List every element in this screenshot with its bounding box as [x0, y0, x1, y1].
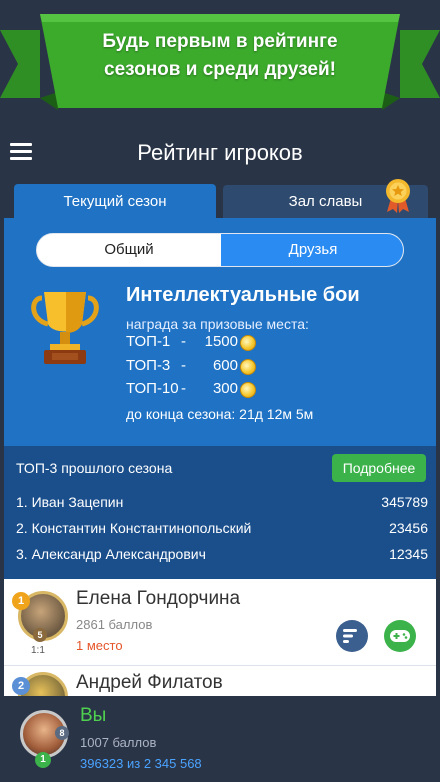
coin-icon [240, 382, 256, 398]
user-label: Вы [80, 705, 107, 726]
gamepad-icon [390, 630, 410, 642]
prize-row-top10: ТОП-10 - 300 [126, 380, 238, 400]
user-rank: 396323 из 2 345 568 [80, 756, 202, 771]
tab-current-season[interactable]: Текущий сезон [14, 184, 216, 220]
player-card[interactable]: 2 Андрей Филатов [4, 665, 436, 696]
banner-line-1: Будь первым в рейтинге [102, 31, 338, 52]
top3-player-name: 3. Александр Александрович [16, 546, 206, 562]
event-title: Интеллектуальные бои [126, 284, 360, 306]
top3-row: 1. Иван Зацепин 345789 [16, 494, 428, 514]
promo-banner: Будь первым в рейтинге сезонов и среди д… [0, 0, 440, 120]
prize-place: ТОП-1 [126, 333, 171, 350]
player-score: 2861 баллов [76, 617, 153, 632]
top3-player-score: 345789 [381, 494, 428, 510]
prize-place: ТОП-10 [126, 380, 179, 397]
ratio-text: 1:1 [31, 645, 45, 656]
player-name: Андрей Филатов [76, 672, 223, 693]
rank-badge: 1 [12, 592, 30, 610]
prize-caption: награда за призовые места: [126, 316, 309, 332]
details-button[interactable]: Подробнее [332, 454, 426, 482]
trophy-icon [31, 292, 99, 364]
coin-icon [240, 359, 256, 375]
prize-row-top1: ТОП-1 - 1500 [126, 333, 238, 353]
season-countdown: до конца сезона: 21д 12м 5м [126, 406, 314, 422]
top3-player-name: 2. Константин Константинопольский [16, 520, 252, 536]
top3-row: 3. Александр Александрович 12345 [16, 546, 428, 566]
top3-player-score: 23456 [389, 520, 428, 536]
prize-amount: 600 [212, 357, 238, 374]
top3-title: ТОП-3 прошлого сезона [16, 460, 173, 476]
prize-amount: 1500 [204, 333, 238, 350]
toggle-general[interactable]: Общий [37, 234, 221, 266]
prize-amount: 300 [212, 380, 238, 397]
banner-line-2: сезонов и среди друзей! [104, 59, 336, 80]
player-place: 1 место [76, 638, 123, 653]
rank-badge: 2 [12, 677, 30, 695]
top3-player-name: 1. Иван Зацепин [16, 494, 124, 510]
page-title: Рейтинг игроков [137, 140, 303, 165]
level-badge: 5 [33, 628, 47, 642]
prize-row-top3: ТОП-3 - 600 [126, 357, 238, 377]
medal-icon [386, 179, 410, 213]
stats-icon [343, 629, 357, 643]
toggle-friends[interactable]: Друзья [221, 234, 403, 266]
player-name: Елена Гондорчина [76, 588, 241, 609]
stats-button[interactable] [336, 620, 368, 652]
top3-row: 2. Константин Константинопольский 23456 [16, 520, 428, 540]
coin-icon [240, 335, 256, 351]
prize-place: ТОП-3 [126, 357, 171, 374]
level-badge: 8 [55, 726, 69, 740]
user-score: 1007 баллов [80, 735, 157, 750]
rating-scope-toggle: Общий Друзья [36, 233, 404, 267]
top3-player-score: 12345 [389, 546, 428, 562]
player-card[interactable]: 1 5 1:1 Елена Гондорчина 2861 баллов 1 м… [4, 579, 436, 665]
user-badge: 1 [35, 752, 51, 768]
challenge-button[interactable] [384, 620, 416, 652]
